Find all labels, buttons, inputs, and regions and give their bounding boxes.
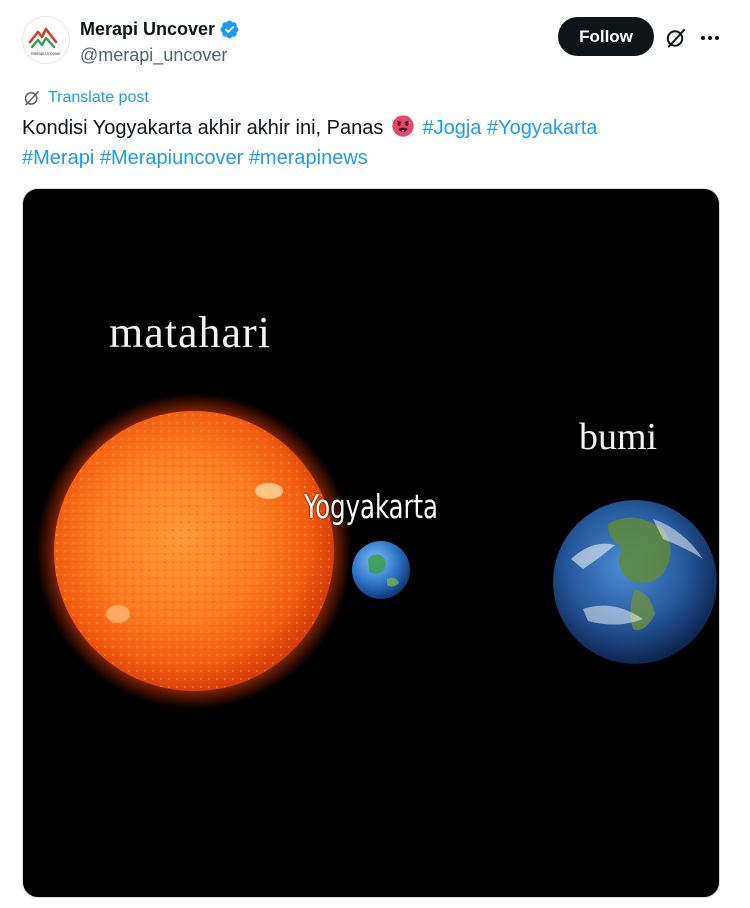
post-image[interactable]: matahari bumi Yogyakarta [22,188,720,898]
author-name[interactable]: Merapi Uncover [80,18,215,40]
more-dot [715,36,719,40]
hashtag-merapiuncover[interactable]: #Merapiuncover [100,147,243,169]
post-text: Kondisi Yogyakarta akhir akhir ini, Pana… [22,113,722,173]
label-matahari: matahari [109,308,271,357]
label-bumi: bumi [579,416,658,458]
translate-post-link[interactable]: Translate post [22,88,149,108]
hashtag-merapinews[interactable]: #merapinews [249,147,368,169]
follow-button[interactable]: Follow [558,17,654,56]
sun-flare [106,605,130,623]
verified-badge-icon[interactable] [219,19,240,40]
author-name-row[interactable]: Merapi Uncover [80,18,240,40]
post-card: Merapi Uncover Merapi Uncover @merapi_un… [0,0,750,908]
hashtag-merapi[interactable]: #Merapi [22,147,94,169]
sun-flare [255,483,283,499]
avatar-text: Merapi Uncover [31,51,61,56]
avatar[interactable]: Merapi Uncover [22,16,70,64]
merapi-logo-icon: Merapi Uncover [28,27,61,56]
more-icon[interactable] [698,26,722,50]
post-text-body: Kondisi Yogyakarta akhir akhir ini, Pana… [22,117,384,139]
translate-icon [24,91,39,106]
label-yogyakarta: Yogyakarta [304,487,438,526]
grok-icon[interactable] [664,26,688,50]
hot-face-emoji-icon [392,115,414,137]
more-dot [708,36,712,40]
hashtag-jogja[interactable]: #Jogja [422,117,481,139]
space-image-graphic [36,393,717,709]
author-handle[interactable]: @merapi_uncover [80,44,227,66]
more-dot [701,36,705,40]
hashtag-yogyakarta[interactable]: #Yogyakarta [487,117,597,139]
sun-texture [54,411,334,691]
translate-label[interactable]: Translate post [48,88,149,108]
